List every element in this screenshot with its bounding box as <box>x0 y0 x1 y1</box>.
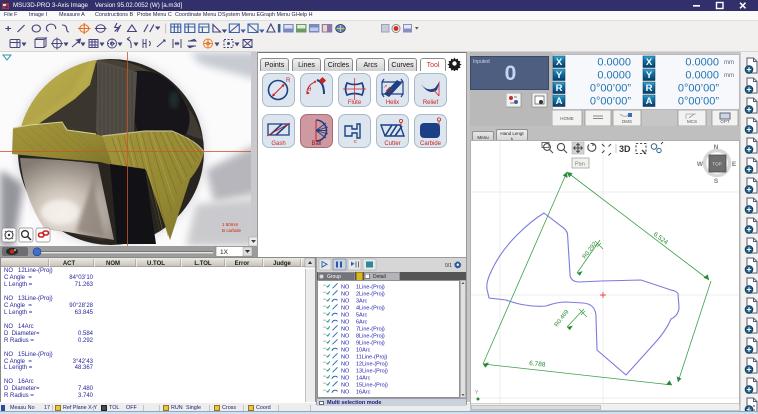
svg-text:9Line-(Proj): 9Line-(Proj) <box>356 341 385 347</box>
svg-text:OPT: OPT <box>720 119 730 124</box>
svg-text:Y: Y <box>646 70 653 81</box>
svg-text:↗: ↗ <box>383 84 387 90</box>
svg-text:L.TOL: L.TOL <box>194 261 212 267</box>
svg-text:ACT: ACT <box>63 261 76 267</box>
svg-text:NO: NO <box>341 299 350 305</box>
svg-text:0°00’00”: 0°00’00” <box>678 83 719 95</box>
svg-text:NO: NO <box>341 376 350 382</box>
svg-text:NO: NO <box>341 306 350 312</box>
svg-text:E: E <box>732 161 737 168</box>
svg-text:6Arc: 6Arc <box>356 320 368 326</box>
svg-text:1X: 1X <box>220 249 229 256</box>
svg-text:0°00’00”: 0°00’00” <box>678 96 719 108</box>
svg-text:5Arc: 5Arc <box>356 313 368 319</box>
svg-text:TOP: TOP <box>712 162 721 167</box>
svg-text:3D: 3D <box>619 144 631 154</box>
svg-text:0.0000: 0.0000 <box>685 57 719 69</box>
svg-text:4Line-(Proj): 4Line-(Proj) <box>356 306 385 312</box>
svg-text:NO: NO <box>341 369 350 375</box>
svg-text:NO: NO <box>341 334 350 340</box>
svg-text:2Line-(Proj): 2Line-(Proj) <box>356 292 385 298</box>
svg-text:R0.292: R0.292 <box>582 241 599 260</box>
svg-text:R: R <box>286 78 291 84</box>
svg-text:A: A <box>556 96 563 107</box>
svg-text:NO: NO <box>341 362 350 368</box>
svg-text:DMS: DMS <box>622 119 632 124</box>
svg-text:mm: mm <box>724 60 734 66</box>
svg-text:Pan: Pan <box>575 162 585 168</box>
svg-text:3Arc: 3Arc <box>356 299 368 305</box>
svg-text:N: N <box>714 144 719 151</box>
svg-text:Y: Y <box>556 70 563 81</box>
svg-text:NO: NO <box>341 348 350 354</box>
svg-text:θ: θ <box>308 87 312 93</box>
svg-text:NO: NO <box>341 355 350 361</box>
svg-text:U.TOL: U.TOL <box>147 261 165 267</box>
svg-text:B carbide: B carbide <box>222 228 242 233</box>
svg-text:A: A <box>646 96 653 107</box>
svg-text:X: X <box>646 57 653 68</box>
svg-text:0/1: 0/1 <box>445 263 452 269</box>
svg-text:Judge: Judge <box>273 261 291 267</box>
svg-text:14Arc: 14Arc <box>356 376 371 382</box>
svg-text:0°00’00”: 0°00’00” <box>590 83 631 95</box>
svg-text:11Line-(Proj): 11Line-(Proj) <box>356 355 388 361</box>
svg-text:X: X <box>556 57 563 68</box>
svg-text:8Line-(Proj): 8Line-(Proj) <box>356 334 385 340</box>
svg-text:W: W <box>697 161 704 168</box>
svg-text:0.0000: 0.0000 <box>597 57 631 69</box>
svg-text:NO: NO <box>341 341 350 347</box>
svg-text:NOM: NOM <box>106 261 120 267</box>
svg-text:1 50mm: 1 50mm <box>222 222 239 227</box>
svg-text:Error: Error <box>235 261 250 267</box>
svg-text:NO: NO <box>341 285 350 291</box>
svg-text:0.0000: 0.0000 <box>685 70 719 82</box>
svg-text:mm: mm <box>724 73 734 79</box>
svg-text:7Line-(Proj): 7Line-(Proj) <box>356 327 385 333</box>
svg-text:12Line-(Proj): 12Line-(Proj) <box>356 362 388 368</box>
svg-text:R: R <box>646 83 653 94</box>
svg-text:1Line-(Proj): 1Line-(Proj) <box>356 285 385 291</box>
svg-text:6.788: 6.788 <box>529 360 546 369</box>
svg-text:15Line-(Proj): 15Line-(Proj) <box>356 383 388 389</box>
svg-text:13Line-(Proj): 13Line-(Proj) <box>356 369 388 375</box>
svg-text:S: S <box>714 178 719 185</box>
svg-text:c: c <box>354 139 357 145</box>
svg-text:HOME: HOME <box>560 116 574 121</box>
svg-text:NO: NO <box>341 390 350 396</box>
svg-text:NO: NO <box>341 292 350 298</box>
svg-text:Y: Y <box>475 390 479 396</box>
svg-text:NO: NO <box>341 313 350 319</box>
svg-text:MCS: MCS <box>687 119 697 124</box>
svg-text:0.0000: 0.0000 <box>597 70 631 82</box>
svg-text:10Arc: 10Arc <box>356 348 371 354</box>
svg-text:NO: NO <box>341 327 350 333</box>
svg-text:NO: NO <box>341 383 350 389</box>
svg-text:16Arc: 16Arc <box>356 390 371 396</box>
svg-text:0°00’00”: 0°00’00” <box>590 96 631 108</box>
svg-text:R: R <box>556 83 563 94</box>
svg-text:NO: NO <box>341 320 350 326</box>
